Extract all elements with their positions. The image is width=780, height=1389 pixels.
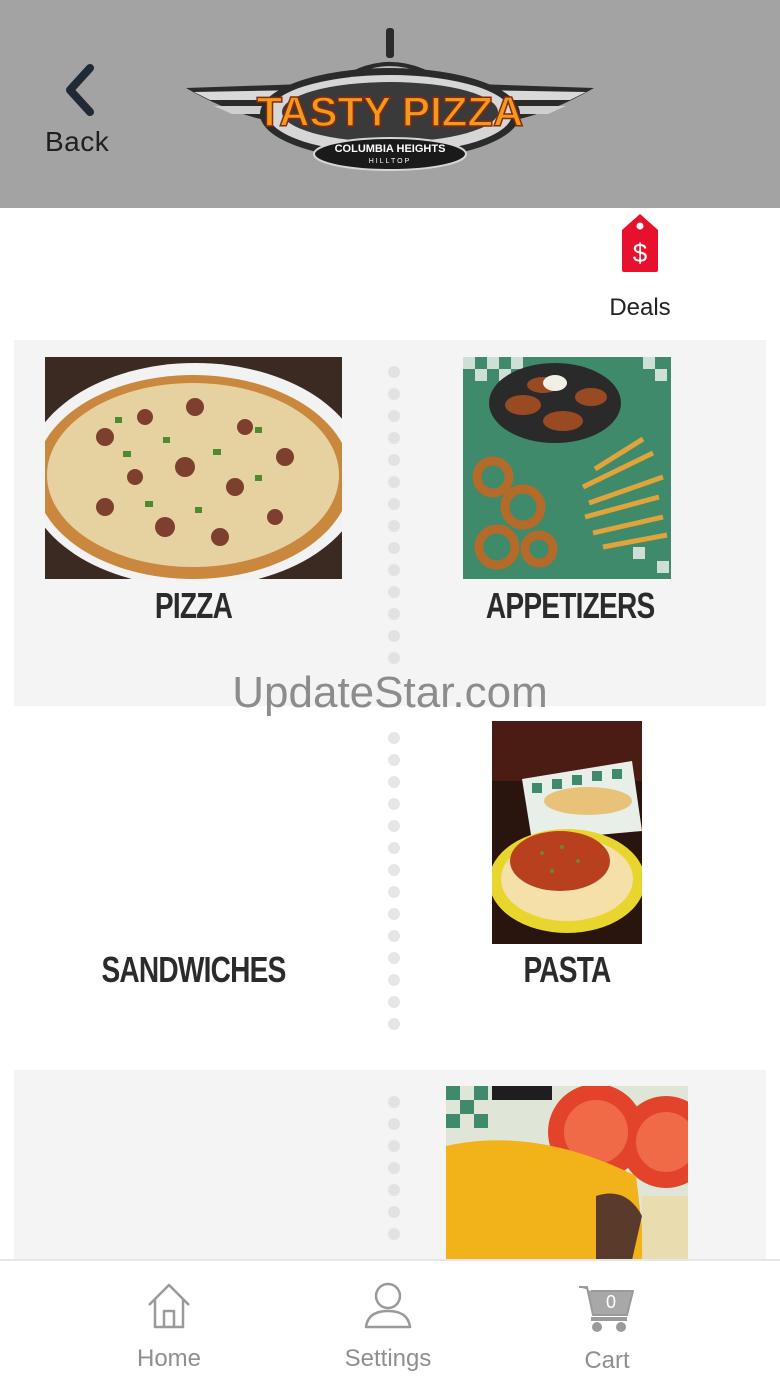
pizza-image: [45, 357, 342, 579]
svg-text:COLUMBIA HEIGHTS: COLUMBIA HEIGHTS: [335, 143, 446, 155]
appetizers-image: [463, 357, 671, 579]
row-divider: [388, 1096, 400, 1250]
category-label: PASTA: [523, 949, 611, 990]
category-pizza[interactable]: PIZZA: [45, 357, 342, 647]
category-sandwiches[interactable]: SANDWICHES: [45, 721, 342, 1011]
price-tag-icon: $: [622, 214, 658, 272]
category-burgers[interactable]: [446, 1086, 688, 1260]
deals-button[interactable]: $ Deals: [600, 210, 680, 330]
category-label: APPETIZERS: [485, 585, 655, 626]
tab-cart-label: Cart: [584, 1347, 630, 1374]
category-row: SANDWICHES PASTA: [14, 706, 766, 1070]
tab-settings[interactable]: Settings: [308, 1261, 468, 1389]
svg-text:HILLTOP: HILLTOP: [369, 158, 412, 165]
category-label: SANDWICHES: [101, 949, 286, 990]
tab-home[interactable]: Home: [89, 1261, 249, 1389]
deals-label: Deals: [609, 294, 671, 321]
category-row: [14, 1070, 766, 1260]
app-header: Back TASTY PIZZA COLUMBIA HEIGHTS HILLTO…: [0, 0, 780, 208]
tab-cart[interactable]: 0 Cart: [527, 1261, 687, 1389]
user-icon: [364, 1282, 412, 1329]
tab-settings-label: Settings: [344, 1345, 432, 1372]
home-icon: [148, 1283, 190, 1329]
cart-icon: 0: [579, 1286, 634, 1332]
bottom-tab-bar: Home Settings 0 Cart: [0, 1259, 780, 1389]
row-divider: [388, 732, 400, 1040]
category-appetizers[interactable]: APPETIZERS: [463, 357, 671, 647]
tasty-pizza-logo: TASTY PIZZA COLUMBIA HEIGHTS HILLTOP: [186, 28, 594, 171]
back-button[interactable]: Back: [40, 60, 120, 160]
category-label: PIZZA: [154, 585, 233, 626]
tab-home-label: Home: [136, 1345, 202, 1372]
category-row: PIZZA APPETIZERS: [14, 340, 766, 706]
chevron-left-icon: [66, 64, 94, 116]
cart-count: 0: [606, 1292, 616, 1312]
svg-text:$: $: [633, 238, 648, 268]
back-label: Back: [45, 126, 110, 157]
svg-text:TASTY PIZZA: TASTY PIZZA: [257, 88, 524, 135]
pasta-image: [492, 721, 642, 944]
category-pasta[interactable]: PASTA: [463, 721, 671, 1011]
row-divider: [388, 366, 400, 674]
burger-image: [446, 1086, 688, 1260]
